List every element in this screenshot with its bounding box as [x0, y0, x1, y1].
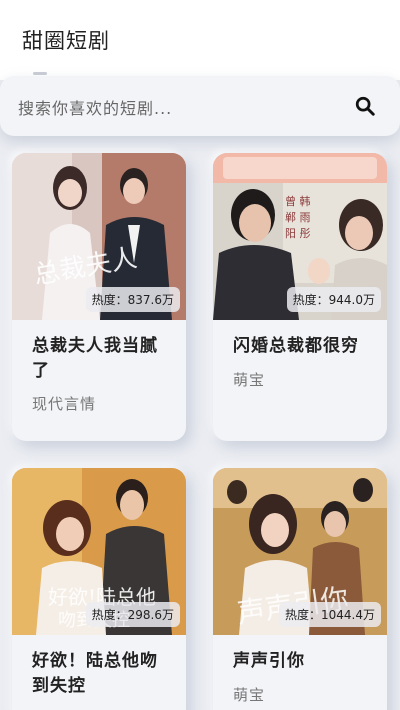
drama-title[interactable]: 声声引你: [233, 649, 373, 674]
app-title: 甜圈短剧: [22, 29, 110, 53]
drama-card[interactable]: 声声引你 热度：1044.4万 声声引你 萌宝: [213, 468, 387, 710]
heat-badge: 热度：837.6万: [85, 287, 180, 312]
drama-card[interactable]: 好欲!陆总他 吻到失控 热度：298.6万 好欲！陆总他吻到失控: [12, 468, 186, 710]
heat-badge: 热度：1044.4万: [279, 602, 381, 627]
search-icon[interactable]: [354, 95, 376, 117]
heat-badge: 热度：944.0万: [286, 287, 381, 312]
drama-tag: 萌宝: [233, 371, 266, 389]
drama-title[interactable]: 闪婚总裁都很穷: [233, 334, 373, 359]
drama-tag: 现代言情: [32, 395, 97, 413]
svg-text:郸 雨: 郸 雨: [285, 211, 311, 224]
drama-card[interactable]: 曾 韩 郸 雨 阳 彤 热度：944.0万 闪婚总裁都很穷 萌宝: [213, 153, 387, 441]
heat-badge: 热度：298.6万: [85, 602, 180, 627]
app-header: 甜圈短剧: [0, 0, 400, 80]
drama-cover[interactable]: 好欲!陆总他 吻到失控 热度：298.6万: [12, 468, 186, 635]
drama-card[interactable]: 总裁夫人 热度：837.6万 总裁夫人我当腻了 现代言情: [12, 153, 186, 441]
search-input[interactable]: 搜索你喜欢的短剧...: [18, 95, 172, 119]
drama-cover[interactable]: 声声引你 热度：1044.4万: [213, 468, 387, 635]
drama-title[interactable]: 总裁夫人我当腻了: [32, 334, 172, 384]
search-bar[interactable]: 搜索你喜欢的短剧...: [0, 76, 400, 136]
drama-cover[interactable]: 曾 韩 郸 雨 阳 彤 热度：944.0万: [213, 153, 387, 320]
drama-title[interactable]: 好欲！陆总他吻到失控: [32, 649, 172, 699]
drama-tag: 萌宝: [233, 686, 266, 704]
scroll-indicator: [33, 72, 47, 75]
svg-text:曾 韩: 曾 韩: [285, 194, 311, 208]
svg-text:阳 彤: 阳 彤: [285, 227, 311, 240]
drama-cover[interactable]: 总裁夫人 热度：837.6万: [12, 153, 186, 320]
